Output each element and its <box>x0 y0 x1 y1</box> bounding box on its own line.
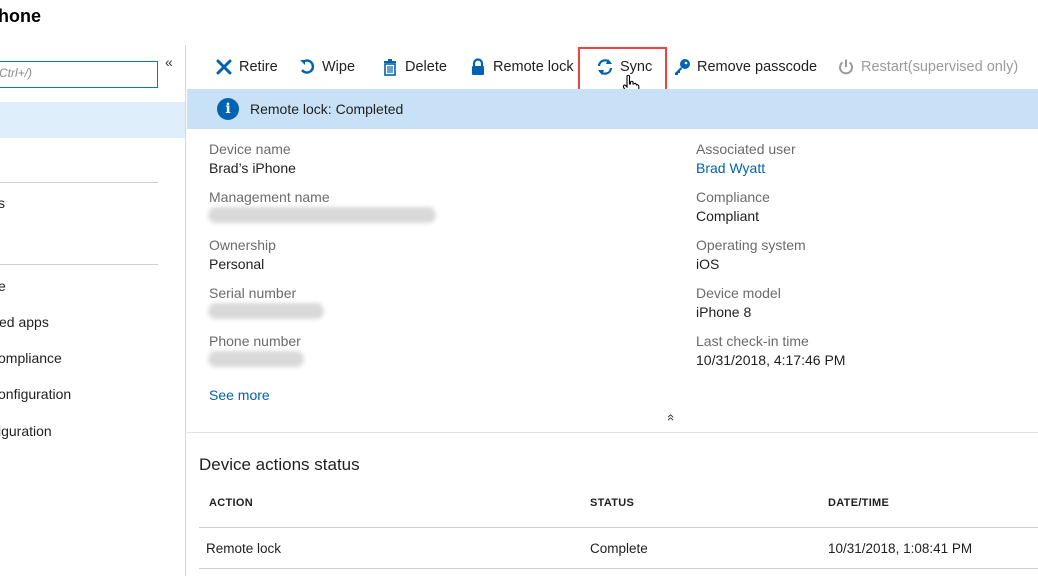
remove-passcode-button[interactable]: Remove passcode <box>673 55 817 79</box>
wipe-label: Wipe <box>322 59 356 75</box>
serial-number-label: Serial number <box>209 285 297 301</box>
power-icon <box>839 59 853 75</box>
banner-text: Remote lock: Completed <box>250 101 404 117</box>
restart-button[interactable]: Restart(supervised only) <box>837 55 1018 79</box>
see-more-link[interactable]: See more <box>209 387 270 403</box>
trash-icon <box>384 59 396 76</box>
delete-button[interactable]: Delete <box>381 55 447 79</box>
wipe-button[interactable]: Wipe <box>298 55 355 79</box>
last-checkin-label: Last check-in time <box>696 333 809 349</box>
redacted-phone-number <box>208 351 304 367</box>
page-title: hone <box>0 6 41 26</box>
sync-icon <box>597 59 613 75</box>
redacted-serial-number <box>208 303 324 319</box>
phone-number-label: Phone number <box>209 333 301 349</box>
remote-lock-button[interactable]: Remote lock <box>469 55 574 79</box>
collapse-details-icon[interactable]: « <box>664 414 679 421</box>
os-value: iOS <box>696 256 720 272</box>
toolbar: Retire Wipe Delete Remote lock Sync Remo… <box>187 47 1038 98</box>
sidebar-item-app-configuration[interactable]: iguration <box>0 423 52 439</box>
sidebar-divider <box>0 264 158 265</box>
table-header-divider <box>199 527 1038 528</box>
sidebar-divider <box>0 182 158 183</box>
sidebar: « Ctrl+/) s e ed apps ompliance onfigura… <box>0 45 186 576</box>
device-model-label: Device model <box>696 285 781 301</box>
sidebar-selected-item[interactable] <box>0 102 185 138</box>
sidebar-item-managed-apps[interactable]: ed apps <box>0 314 49 330</box>
compliance-value: Compliant <box>696 208 760 224</box>
associated-user-link[interactable]: Brad Wyatt <box>696 160 765 176</box>
associated-user-label: Associated user <box>696 141 796 157</box>
datetime-cell: 10/31/2018, 1:08:41 PM <box>828 541 973 556</box>
retire-button[interactable]: Retire <box>215 55 278 79</box>
remove-passcode-label: Remove passcode <box>697 59 818 75</box>
management-name-label: Management name <box>209 189 330 205</box>
column-header-datetime[interactable]: DATE/TIME <box>828 497 889 509</box>
info-icon: i <box>217 98 239 120</box>
sidebar-item[interactable]: e <box>0 278 6 294</box>
sidebar-item-device-configuration[interactable]: onfiguration <box>0 386 71 402</box>
undo-icon <box>300 59 315 74</box>
sidebar-item[interactable]: s <box>0 195 5 211</box>
restart-label: Restart(supervised only) <box>861 59 1019 75</box>
device-model-value: iPhone 8 <box>696 304 752 320</box>
os-label: Operating system <box>696 237 806 253</box>
column-header-action[interactable]: ACTION <box>209 497 253 509</box>
table-row-divider <box>199 568 1038 569</box>
lock-icon <box>472 58 484 75</box>
compliance-label: Compliance <box>696 189 770 205</box>
key-icon <box>675 59 690 75</box>
ownership-label: Ownership <box>209 237 276 253</box>
ownership-value: Personal <box>209 256 265 272</box>
collapse-sidebar-icon[interactable]: « <box>165 54 173 70</box>
status-banner: i Remote lock: Completed <box>187 89 1038 129</box>
section-divider <box>187 432 1038 433</box>
sidebar-item-device-compliance[interactable]: ompliance <box>0 350 62 366</box>
redacted-management-name <box>208 207 436 223</box>
last-checkin-value: 10/31/2018, 4:17:46 PM <box>696 352 846 368</box>
action-cell: Remote lock <box>206 541 282 556</box>
delete-label: Delete <box>405 59 447 75</box>
actions-section-title: Device actions status <box>199 455 360 474</box>
close-icon <box>216 59 232 75</box>
sync-label: Sync <box>620 59 653 75</box>
remote-lock-label: Remote lock <box>493 59 574 75</box>
retire-label: Retire <box>239 59 278 75</box>
search-input[interactable]: Ctrl+/) <box>0 61 158 88</box>
status-cell: Complete <box>590 541 648 556</box>
column-header-status[interactable]: STATUS <box>590 497 634 509</box>
device-name-label: Device name <box>209 141 291 157</box>
device-name-value: Brad’s iPhone <box>209 160 296 176</box>
